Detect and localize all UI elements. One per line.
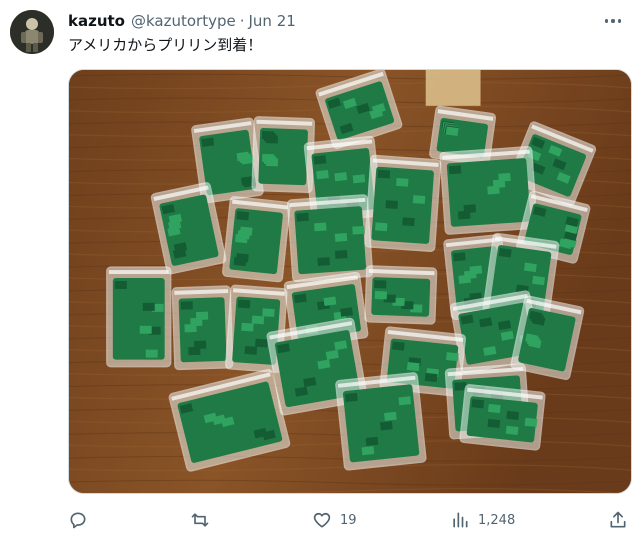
share-button[interactable]	[608, 506, 628, 534]
tweet-photo[interactable]	[68, 69, 632, 494]
user-avatar[interactable]	[10, 10, 54, 54]
retweet-button[interactable]	[190, 506, 218, 534]
share-icon	[610, 511, 626, 528]
like-button[interactable]: 19	[312, 506, 357, 534]
views-icon	[453, 512, 468, 528]
avatar-figure-icon	[10, 10, 54, 54]
photo-image	[69, 70, 631, 493]
views-button[interactable]: 1,248	[450, 506, 515, 534]
retweet-icon	[191, 513, 209, 527]
tweet-header: kazuto @kazutortype · Jun 21	[68, 10, 624, 32]
reply-icon	[70, 512, 86, 529]
tweet-date[interactable]: Jun 21	[249, 12, 296, 30]
like-count: 19	[340, 512, 357, 528]
views-count: 1,248	[478, 512, 516, 528]
display-name[interactable]: kazuto	[68, 12, 125, 30]
separator-dot: ·	[239, 12, 245, 30]
action-bar: 19 1,248	[68, 506, 630, 534]
user-handle[interactable]: @kazutortype	[131, 12, 236, 30]
reply-button[interactable]	[68, 506, 96, 534]
more-dots-icon[interactable]	[602, 12, 624, 30]
tweet-text: アメリカからプリリン到着！	[68, 36, 263, 54]
heart-icon	[313, 512, 331, 528]
